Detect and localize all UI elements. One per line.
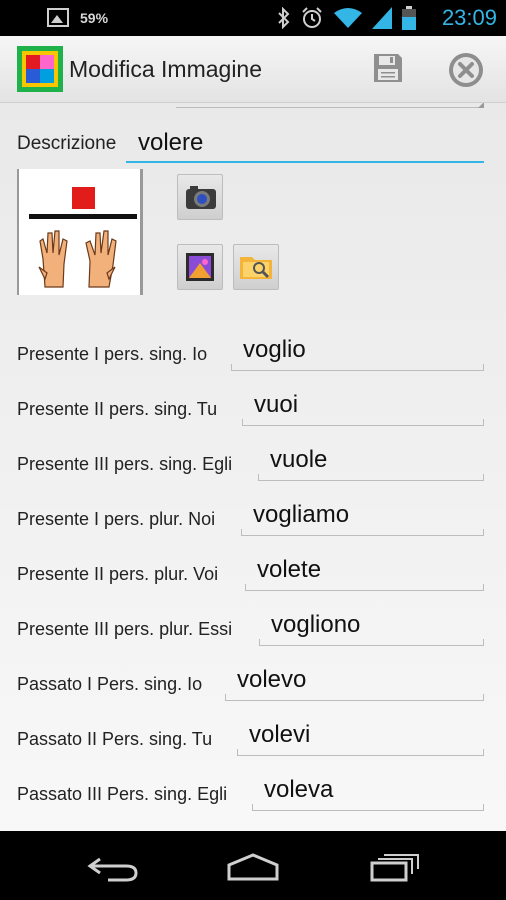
edit-form: Descrizione volere Presente I pers. sing… xyxy=(0,103,506,831)
conjugation-value: volevi xyxy=(249,721,311,748)
description-value: volere xyxy=(138,129,204,156)
battery-icon xyxy=(402,6,416,30)
conjugation-row: Passato II Pers. sing. Tu volevi xyxy=(0,713,506,765)
conjugation-value: voglio xyxy=(243,336,306,363)
conjugation-row: Passato III Pers. sing. Egli voleva xyxy=(0,768,506,820)
conjugation-row: Presente II pers. plur. Voi volete xyxy=(0,548,506,600)
conjugation-label: Presente I pers. sing. Io xyxy=(17,344,208,364)
gallery-icon xyxy=(186,253,214,281)
action-bar: Modifica Immagine xyxy=(0,36,506,103)
pictogram-image xyxy=(29,187,137,288)
conjugation-value: vogliono xyxy=(271,611,361,638)
description-input[interactable]: volere xyxy=(126,123,484,163)
conjugation-row: Presente III pers. sing. Egli vuole xyxy=(0,438,506,490)
conjugation-value: vuoi xyxy=(254,391,299,418)
conjugation-label: Presente II pers. plur. Voi xyxy=(17,564,219,584)
conjugation-input[interactable]: volevo xyxy=(225,664,484,701)
status-icons xyxy=(278,6,416,30)
back-icon[interactable] xyxy=(86,851,142,883)
conjugation-input[interactable]: volete xyxy=(245,554,484,591)
navigation-bar xyxy=(0,831,506,900)
app-icon[interactable] xyxy=(17,46,63,92)
conjugation-row: Presente III pers. plur. Essi vogliono xyxy=(0,603,506,655)
conjugation-value: vogliamo xyxy=(253,501,350,528)
battery-percent-text: 59% xyxy=(80,10,109,26)
conjugation-label: Passato II Pers. sing. Tu xyxy=(17,729,213,749)
conjugation-label: Presente III pers. plur. Essi xyxy=(17,619,233,639)
clock: 23:09 xyxy=(441,5,497,30)
conjugation-label: Passato I Pers. sing. Io xyxy=(17,674,203,694)
recent-apps-icon[interactable] xyxy=(366,851,422,883)
conjugation-value: vuole xyxy=(270,446,328,473)
conjugation-label: Presente III pers. sing. Egli xyxy=(17,454,233,474)
description-label: Descrizione xyxy=(17,133,117,154)
conjugation-value: voleva xyxy=(264,776,334,803)
home-icon[interactable] xyxy=(225,851,281,883)
signal-icon xyxy=(372,7,392,29)
gallery-button[interactable] xyxy=(177,244,223,290)
conjugation-input[interactable]: vogliono xyxy=(259,609,484,646)
image-icon xyxy=(47,8,69,27)
folder-search-button[interactable] xyxy=(233,244,279,290)
camera-icon xyxy=(186,186,216,209)
page-title: Modifica Immagine xyxy=(69,56,263,82)
conjugation-value: volete xyxy=(257,556,322,583)
conjugation-label: Presente II pers. sing. Tu xyxy=(17,399,218,419)
conjugation-value: volevo xyxy=(237,666,307,693)
folder-search-icon xyxy=(240,257,272,279)
save-icon[interactable] xyxy=(372,52,404,84)
conjugation-row: Passato I Pers. sing. Io volevo xyxy=(0,658,506,710)
conjugation-input[interactable]: volevi xyxy=(237,719,484,756)
conjugation-row: Presente I pers. plur. Noi vogliamo xyxy=(0,493,506,545)
conjugation-row: Presente I pers. sing. Io voglio xyxy=(0,328,506,380)
status-bar: 59% 23:09 xyxy=(0,0,506,36)
close-icon[interactable] xyxy=(447,51,485,89)
alarm-icon xyxy=(302,7,322,28)
wifi-icon xyxy=(334,8,362,28)
conjugation-label: Passato III Pers. sing. Egli xyxy=(17,784,228,804)
conjugation-row: Presente II pers. sing. Tu vuoi xyxy=(0,383,506,435)
conjugation-label: Presente I pers. plur. Noi xyxy=(17,509,216,529)
conjugation-input[interactable]: voleva xyxy=(252,774,484,811)
camera-button[interactable] xyxy=(177,174,223,220)
image-preview xyxy=(17,169,143,295)
conjugation-input[interactable]: voglio xyxy=(231,334,484,371)
conjugation-input[interactable]: vogliamo xyxy=(241,499,484,536)
conjugation-input[interactable]: vuole xyxy=(258,444,484,481)
conjugation-input[interactable]: vuoi xyxy=(242,389,484,426)
bluetooth-icon xyxy=(278,7,290,29)
scrolled-field-edge xyxy=(176,103,484,108)
